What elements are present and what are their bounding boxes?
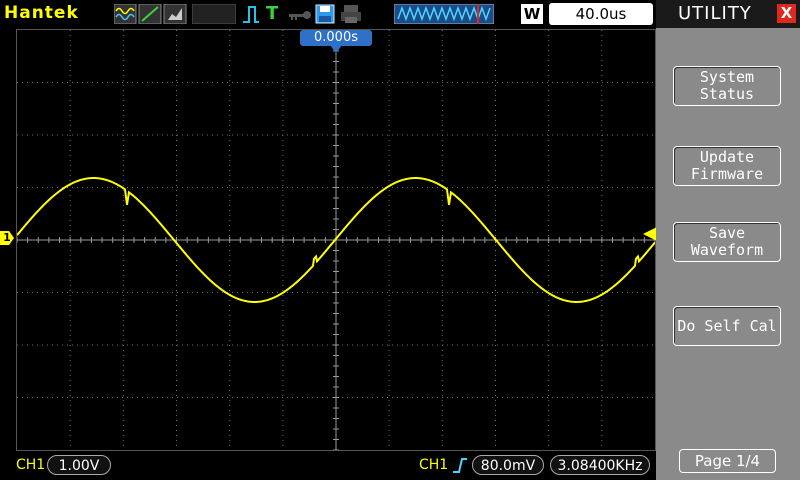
trigger-mode-letter: T: [266, 3, 279, 24]
key-icon: [287, 4, 313, 24]
close-menu-button[interactable]: X: [777, 4, 796, 23]
trigger-level-readout[interactable]: 80.0mV: [472, 455, 544, 475]
acquisition-indicator: [192, 4, 236, 24]
ch1-volts-div[interactable]: 1.00V: [47, 455, 111, 475]
trigger-level-marker-icon[interactable]: [643, 227, 657, 241]
frequency-readout: 3.08400KHz: [550, 455, 650, 475]
update-firmware-button[interactable]: Update Firmware: [673, 146, 781, 186]
display-mode-icons: [114, 4, 187, 24]
brand-logo: Hantek: [4, 3, 79, 23]
graticule: [17, 30, 655, 450]
page-indicator-button[interactable]: Page 1/4: [679, 449, 776, 473]
waveform-toolbar: [114, 4, 190, 24]
save-waveform-button[interactable]: Save Waveform: [673, 222, 781, 262]
window-label: W: [521, 4, 543, 24]
trigger-position-arrow-icon: [330, 45, 342, 53]
utility-menu-panel: UTILITY X System Status Update Firmware …: [656, 0, 800, 480]
bottom-status-bar: CH1 1.00V CH1 80.0mV 3.08400KHz: [0, 452, 656, 480]
ch1-ground-marker[interactable]: 1: [0, 231, 14, 245]
timebase-readout: 40.0us: [549, 3, 653, 25]
trigger-source-label: CH1: [419, 457, 449, 473]
memory-depth-icon: [394, 4, 494, 24]
menu-title: UTILITY: [678, 3, 752, 24]
top-status-bar: Hantek T W 40.0us: [0, 0, 655, 28]
trigger-position-readout: 0.000s: [300, 30, 372, 46]
save-disk-icon: [314, 4, 336, 24]
system-status-button[interactable]: System Status: [673, 66, 781, 106]
rising-edge-icon: [451, 456, 469, 478]
waveform-display[interactable]: [16, 29, 656, 451]
menu-title-bar: UTILITY X: [656, 0, 800, 28]
ch1-label: CH1: [16, 457, 46, 473]
printer-icon: [339, 4, 363, 24]
self-cal-button[interactable]: Do Self Cal: [673, 306, 781, 346]
trigger-edge-icon: [241, 4, 261, 24]
